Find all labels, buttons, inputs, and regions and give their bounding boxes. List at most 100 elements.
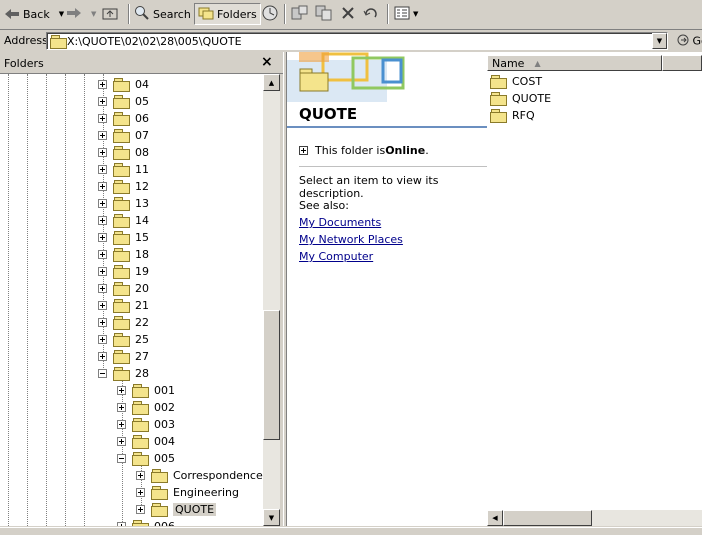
tree-item[interactable]: 19 <box>98 263 149 280</box>
tree-item-label: 08 <box>135 146 149 159</box>
history-button[interactable] <box>261 3 279 25</box>
tree-vertical-scrollbar[interactable]: ▲ ▼ <box>263 74 280 526</box>
link-my-documents[interactable]: My Documents <box>299 216 381 229</box>
link-my-computer[interactable]: My Computer <box>299 250 373 263</box>
collapse-icon[interactable] <box>117 454 126 463</box>
expand-icon[interactable] <box>117 420 126 429</box>
tree-item[interactable]: Correspondence <box>136 467 263 484</box>
expand-icon[interactable] <box>98 267 107 276</box>
expand-icon[interactable] <box>98 216 107 225</box>
expand-icon[interactable] <box>98 199 107 208</box>
scroll-thumb[interactable] <box>503 510 592 526</box>
delete-button[interactable] <box>340 3 356 25</box>
copy-to-button[interactable] <box>315 3 333 25</box>
expand-icon[interactable] <box>117 437 126 446</box>
list-item[interactable]: QUOTE <box>490 90 551 107</box>
list-item[interactable]: RFQ <box>490 107 535 124</box>
toolbar-separator <box>284 4 286 24</box>
tree-item[interactable]: 006 <box>117 518 175 526</box>
tree-item[interactable]: 07 <box>98 127 149 144</box>
expand-icon[interactable] <box>136 471 145 480</box>
column-header-extra[interactable] <box>662 55 702 71</box>
tree-item[interactable]: 002 <box>117 399 175 416</box>
link-my-network-places[interactable]: My Network Places <box>299 233 403 246</box>
scroll-up-button[interactable]: ▲ <box>263 74 280 91</box>
scroll-left-button[interactable]: ◀ <box>487 510 503 526</box>
column-header-name[interactable]: Name ▲ <box>487 55 662 71</box>
tree-item[interactable]: 001 <box>117 382 175 399</box>
tree-item-label: 004 <box>154 435 175 448</box>
collapse-icon[interactable] <box>98 369 107 378</box>
tree-item[interactable]: 11 <box>98 161 149 178</box>
expand-icon[interactable] <box>98 250 107 259</box>
expand-icon[interactable] <box>98 165 107 174</box>
tree-item[interactable]: 08 <box>98 144 149 161</box>
undo-button[interactable] <box>363 3 381 25</box>
expand-icon[interactable] <box>98 182 107 191</box>
folder-large-icon <box>299 66 329 92</box>
expand-icon[interactable] <box>117 386 126 395</box>
go-button[interactable]: Go <box>677 34 702 49</box>
tree-item[interactable]: Engineering <box>136 484 239 501</box>
move-to-button[interactable] <box>291 3 309 25</box>
tree-item-selected[interactable]: QUOTE <box>136 501 216 518</box>
list-horizontal-scrollbar[interactable]: ◀ <box>487 510 702 526</box>
list-item[interactable]: COST <box>490 73 542 90</box>
address-input[interactable]: X:\QUOTE\02\02\28\005\QUOTE ▼ <box>46 32 668 50</box>
folder-icon <box>132 520 149 526</box>
expand-icon[interactable] <box>117 403 126 412</box>
expand-icon[interactable] <box>98 80 107 89</box>
expand-icon[interactable] <box>98 352 107 361</box>
scroll-thumb[interactable] <box>263 310 280 440</box>
forward-dropdown-icon[interactable]: ▼ <box>91 10 96 18</box>
tree-item[interactable]: 04 <box>98 76 149 93</box>
folder-icon <box>113 231 130 244</box>
expand-icon[interactable] <box>98 233 107 242</box>
tree-item[interactable]: 14 <box>98 212 149 229</box>
up-button[interactable] <box>102 3 118 25</box>
back-dropdown-icon[interactable]: ▼ <box>59 10 64 18</box>
tree-item[interactable]: 25 <box>98 331 149 348</box>
tree-item[interactable]: 004 <box>117 433 175 450</box>
expand-icon[interactable] <box>98 284 107 293</box>
tree-item[interactable]: 005 <box>117 450 175 467</box>
tree-item[interactable]: 28 <box>98 365 149 382</box>
tree-item-label: 18 <box>135 248 149 261</box>
folder-icon <box>113 78 130 91</box>
expand-icon[interactable] <box>98 335 107 344</box>
tree-item[interactable]: 27 <box>98 348 149 365</box>
tree-item[interactable]: 05 <box>98 93 149 110</box>
address-dropdown-button[interactable]: ▼ <box>652 33 667 49</box>
expand-icon[interactable] <box>98 114 107 123</box>
views-button[interactable]: ▼ <box>394 3 418 25</box>
views-dropdown-icon[interactable]: ▼ <box>413 10 418 18</box>
tree-item[interactable]: 18 <box>98 246 149 263</box>
tree-item[interactable]: 22 <box>98 314 149 331</box>
tree-item[interactable]: 13 <box>98 195 149 212</box>
scroll-down-button[interactable]: ▼ <box>263 509 280 526</box>
expand-icon[interactable] <box>136 505 145 514</box>
folders-button[interactable]: Folders <box>194 3 261 25</box>
expand-icon[interactable] <box>98 318 107 327</box>
expand-icon[interactable] <box>136 488 145 497</box>
tree-item[interactable]: 003 <box>117 416 175 433</box>
expand-icon[interactable] <box>98 131 107 140</box>
expand-icon[interactable] <box>98 97 107 106</box>
back-button[interactable]: Back ▼ <box>4 3 64 25</box>
folder-icon <box>132 418 149 431</box>
tree-item[interactable]: 21 <box>98 297 149 314</box>
tree-item[interactable]: 15 <box>98 229 149 246</box>
folder-open-icon <box>151 503 168 516</box>
forward-button[interactable]: ▼ <box>66 3 96 25</box>
tree-item-label: 003 <box>154 418 175 431</box>
search-button[interactable]: Search <box>134 3 191 25</box>
expand-icon[interactable] <box>98 301 107 310</box>
tree-item[interactable]: 12 <box>98 178 149 195</box>
expand-icon[interactable] <box>117 522 126 526</box>
close-icon[interactable]: × <box>261 54 273 70</box>
expand-icon[interactable] <box>98 148 107 157</box>
tree-item[interactable]: 20 <box>98 280 149 297</box>
tree-item-label: 05 <box>135 95 149 108</box>
tree-item[interactable]: 06 <box>98 110 149 127</box>
tree-item-label: QUOTE <box>173 503 216 516</box>
